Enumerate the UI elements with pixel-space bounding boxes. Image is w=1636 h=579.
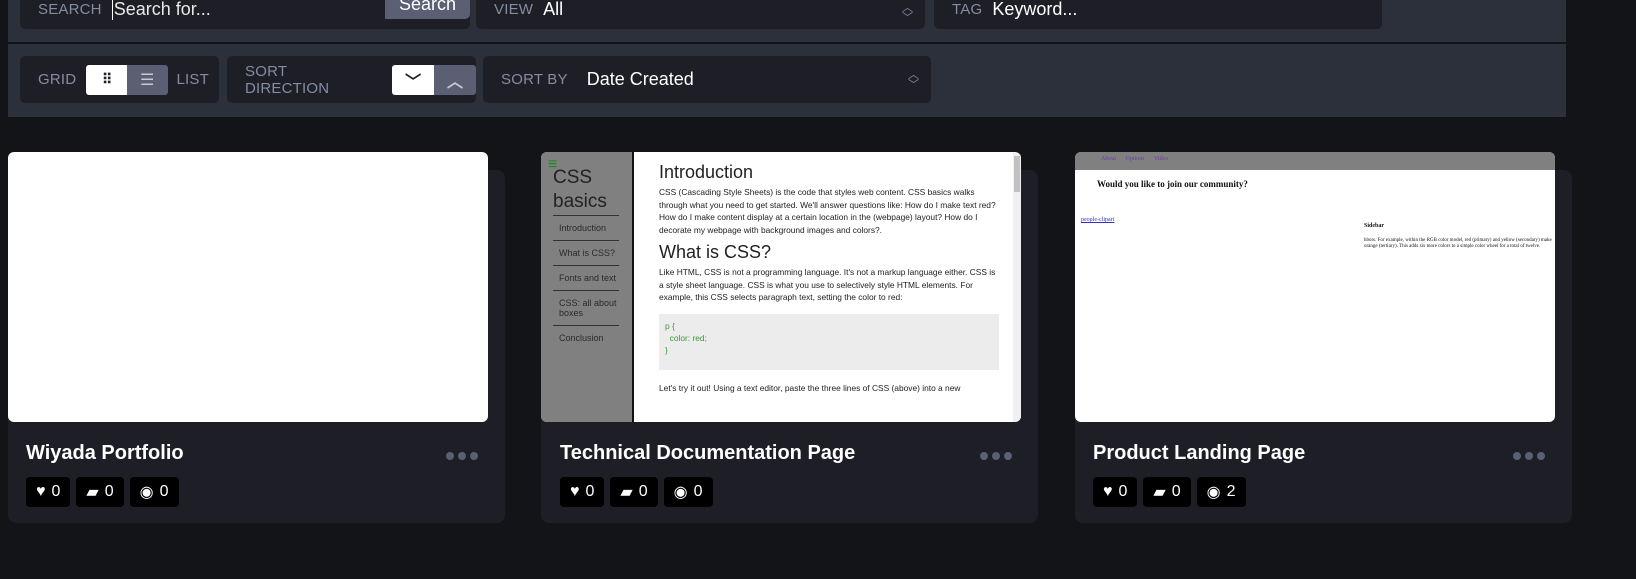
broken-image-link: people-clipart bbox=[1081, 217, 1115, 223]
more-options-icon[interactable] bbox=[446, 452, 478, 460]
sort-descending-button[interactable]: ﹀ bbox=[392, 64, 435, 95]
code-line: p { bbox=[665, 320, 675, 331]
doc-nav-link: Introduction bbox=[553, 215, 619, 240]
code-line: color: red; bbox=[665, 333, 707, 344]
select-arrows-icon: ︿ ﹀ bbox=[908, 68, 919, 91]
sort-direction-box: Sort Direction ﹀ ︿ bbox=[227, 56, 476, 103]
grid-icon: ⠿ bbox=[101, 71, 112, 87]
more-options-icon[interactable] bbox=[1513, 452, 1545, 460]
comment-count: 0 bbox=[104, 483, 114, 500]
grid-label: Grid bbox=[38, 71, 77, 88]
code-block: p { color: red; } bbox=[659, 313, 999, 370]
comment-button[interactable]: ▰ 0 bbox=[610, 477, 658, 507]
divider bbox=[8, 42, 1566, 44]
tag-box: Tag Keyword... bbox=[934, 0, 1382, 29]
doc-heading: What is CSS? bbox=[659, 242, 772, 263]
comment-button[interactable]: ▰ 0 bbox=[1143, 477, 1191, 507]
sort-direction-label: Sort Direction bbox=[245, 62, 330, 97]
doc-sidebar: ≡ CSS basics Introduction What is CSS? F… bbox=[541, 152, 634, 422]
tag-label: Tag bbox=[952, 1, 983, 18]
views-button[interactable]: ◉ 0 bbox=[129, 477, 179, 507]
scrollbar[interactable] bbox=[1013, 152, 1021, 422]
hamburger-icon: ≡ bbox=[548, 156, 558, 173]
code-line: } bbox=[665, 345, 668, 356]
comment-button[interactable]: ▰ 0 bbox=[76, 477, 124, 507]
chevron-down-icon: ﹀ bbox=[405, 73, 422, 91]
pen-preview[interactable]: About Options Video Would you like to jo… bbox=[1075, 152, 1555, 422]
search-box: Search Search for... Search bbox=[20, 0, 470, 29]
view-count: 0 bbox=[159, 483, 169, 500]
comment-icon: ▰ bbox=[1153, 484, 1166, 501]
pen-title[interactable]: Product Landing Page bbox=[1093, 442, 1305, 465]
tag-input[interactable]: Keyword... bbox=[992, 0, 1077, 20]
comment-icon: ▰ bbox=[86, 484, 99, 501]
views-button[interactable]: ◉ 2 bbox=[1196, 477, 1246, 507]
eye-icon: ◉ bbox=[673, 484, 688, 501]
like-count: 0 bbox=[1118, 483, 1128, 500]
sort-ascending-button[interactable]: ︿ bbox=[434, 64, 476, 95]
doc-nav-link: Conclusion bbox=[553, 325, 619, 350]
search-input[interactable]: Search for... bbox=[111, 0, 211, 20]
pen-preview[interactable]: ≡ CSS basics Introduction What is CSS? F… bbox=[541, 152, 1021, 422]
grid-view-button[interactable]: ⠿ bbox=[86, 64, 127, 95]
doc-paragraph: Like HTML, CSS is not a programming lang… bbox=[659, 267, 996, 303]
doc-paragraph: Let's try it out! Using a text editor, p… bbox=[659, 382, 961, 393]
layout-toggle-box: Grid ⠿ ☰ List bbox=[20, 56, 219, 103]
filter-toolbar: Search Search for... Search View All ︿ ﹀ … bbox=[8, 0, 1566, 117]
heart-icon: ♥ bbox=[570, 483, 580, 500]
like-count: 0 bbox=[585, 483, 595, 500]
view-label: View bbox=[494, 1, 534, 18]
select-arrows-icon: ︿ ﹀ bbox=[902, 2, 913, 25]
doc-nav-link: Fonts and text bbox=[553, 265, 619, 290]
sort-by-value: Date Created bbox=[586, 69, 694, 89]
like-button[interactable]: ♥ 0 bbox=[1093, 477, 1138, 507]
pen-title[interactable]: Technical Documentation Page bbox=[560, 442, 855, 465]
sort-by-label: Sort By bbox=[501, 71, 568, 88]
view-count: 2 bbox=[1226, 483, 1236, 500]
view-select[interactable]: View All ︿ ﹀ bbox=[476, 0, 925, 29]
views-button[interactable]: ◉ 0 bbox=[663, 477, 713, 507]
heart-icon: ♥ bbox=[36, 483, 46, 500]
doc-heading: Introduction bbox=[659, 162, 754, 182]
doc-sidebar-title: CSS basics bbox=[553, 167, 607, 212]
pen-preview[interactable] bbox=[8, 152, 488, 422]
like-button[interactable]: ♥ 0 bbox=[560, 477, 605, 507]
view-value: All bbox=[543, 0, 564, 19]
landing-sidebar-title: Sidebar bbox=[1364, 223, 1385, 229]
like-button[interactable]: ♥ 0 bbox=[26, 477, 71, 507]
heart-icon: ♥ bbox=[1103, 483, 1113, 500]
search-label: Search bbox=[38, 1, 102, 18]
comment-count: 0 bbox=[1171, 483, 1181, 500]
comment-count: 0 bbox=[638, 483, 648, 500]
list-icon: ☰ bbox=[140, 71, 155, 89]
chevron-up-icon: ︿ bbox=[447, 73, 464, 91]
eye-icon: ◉ bbox=[139, 484, 154, 501]
list-label: List bbox=[176, 71, 209, 88]
view-count: 0 bbox=[693, 483, 703, 500]
pen-title[interactable]: Wiyada Portfolio bbox=[26, 442, 184, 465]
doc-nav-link: CSS: all about boxes bbox=[553, 290, 619, 325]
sort-by-select[interactable]: Sort By Date Created ︿ ﹀ bbox=[483, 56, 931, 103]
landing-sidebar-text: hbors. For example, within the RGB color… bbox=[1364, 238, 1552, 249]
landing-nav: About Options Video bbox=[1075, 152, 1555, 170]
comment-icon: ▰ bbox=[620, 484, 633, 501]
doc-paragraph: CSS (Cascading Style Sheets) is the code… bbox=[659, 187, 996, 235]
doc-main: Introduction CSS (Cascading Style Sheets… bbox=[659, 162, 999, 404]
more-options-icon[interactable] bbox=[980, 452, 1012, 460]
doc-nav-link: What is CSS? bbox=[553, 240, 619, 265]
eye-icon: ◉ bbox=[1206, 484, 1221, 501]
search-button[interactable]: Search bbox=[385, 0, 470, 19]
landing-heading: Would you like to join our community? bbox=[1097, 179, 1248, 189]
like-count: 0 bbox=[51, 483, 61, 500]
list-view-button[interactable]: ☰ bbox=[126, 64, 168, 95]
